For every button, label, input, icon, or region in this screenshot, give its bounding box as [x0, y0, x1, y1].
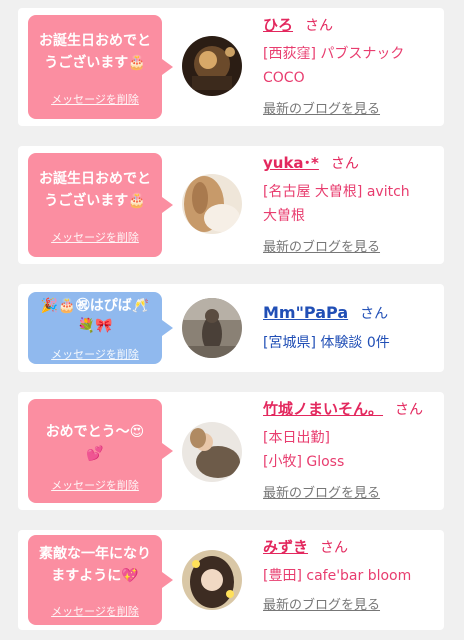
shop-line: [宮城県] 体験談 0件 [263, 335, 390, 351]
message-line: うございます🎂 [44, 193, 146, 209]
latest-blog-link[interactable]: 最新のブログを見る [263, 486, 380, 501]
user-name-link[interactable]: ひろ [263, 16, 293, 34]
latest-blog-link[interactable]: 最新のブログを見る [263, 598, 380, 613]
shop-line: COCO [263, 70, 305, 86]
message-bubble: お誕生日おめでと うございます🎂 メッセージを削除 [28, 15, 173, 119]
honorific: さん [305, 18, 334, 34]
message-line: 🎉🎂㊗はぴば🥂 [40, 298, 150, 314]
delete-message-link[interactable]: メッセージを削除 [28, 91, 162, 107]
avatar[interactable] [182, 36, 242, 96]
avatar-photo [182, 174, 242, 234]
user-name-row: 竹城ノまいそん。 さん [263, 398, 436, 421]
message-bubble: 🎉🎂㊗はぴば🥂 💐🎀 メッセージを削除 [28, 292, 173, 364]
message-line: 💕 [86, 446, 104, 462]
shop-info: [本日出勤] [小牧] Gloss [263, 426, 436, 474]
latest-blog-link[interactable]: 最新のブログを見る [263, 102, 380, 117]
shop-line: [豊田] cafe'bar bloom [263, 568, 412, 584]
message-bubble: お誕生日おめでと うございます🎂 メッセージを削除 [28, 153, 173, 257]
user-info: Mm"PaPa さん [宮城県] 体験談 0件 [263, 302, 436, 355]
avatar-photo [182, 36, 242, 96]
shop-line: [本日出勤] [263, 430, 330, 446]
user-name-row: ひろ さん [263, 14, 436, 37]
delete-message-link[interactable]: メッセージを削除 [28, 603, 162, 619]
message-text: お誕生日おめでと うございます🎂 [28, 168, 162, 212]
user-name-link[interactable]: 竹城ノまいそん。 [263, 400, 383, 418]
message-text: お誕生日おめでと うございます🎂 [28, 30, 162, 74]
delete-message-link[interactable]: メッセージを削除 [28, 477, 162, 493]
honorific: さん [360, 306, 389, 322]
message-line: ますように💖 [51, 568, 139, 584]
user-name-row: yuka･* さん [263, 152, 436, 175]
avatar-photo [182, 550, 242, 610]
shop-line: [西荻窪] パブスナック [263, 46, 405, 62]
message-line: 素敵な一年になり [39, 546, 151, 562]
avatar[interactable] [182, 422, 242, 482]
user-info: みずき さん [豊田] cafe'bar bloom 最新のブログを見る [263, 536, 436, 613]
message-card: お誕生日おめでと うございます🎂 メッセージを削除 yuka･* さん [名古屋 … [18, 146, 444, 264]
message-text: 素敵な一年になり ますように💖 [28, 543, 162, 587]
honorific: さん [330, 156, 359, 172]
avatar[interactable] [182, 550, 242, 610]
message-line: 💐🎀 [77, 318, 113, 334]
message-card: 🎉🎂㊗はぴば🥂 💐🎀 メッセージを削除 Mm"PaPa さん [宮城県] 体験談 … [18, 284, 444, 372]
message-line: お誕生日おめでと [39, 33, 151, 49]
avatar-photo [182, 422, 242, 482]
user-name-link[interactable]: yuka･* [263, 154, 319, 172]
honorific: さん [320, 540, 349, 556]
shop-info: [豊田] cafe'bar bloom [263, 564, 436, 588]
message-bubble: おめでとう〜😍 💕 メッセージを削除 [28, 399, 173, 503]
birthday-message-list: お誕生日おめでと うございます🎂 メッセージを削除 ひろ さん [西荻窪] パブス… [0, 0, 464, 640]
shop-line: [名古屋 大曽根] avitch [263, 184, 410, 200]
user-name-row: みずき さん [263, 536, 436, 559]
message-card: おめでとう〜😍 💕 メッセージを削除 竹城ノまいそん。 さん [本日出勤] [小牧… [18, 392, 444, 510]
delete-message-link[interactable]: メッセージを削除 [28, 346, 162, 362]
user-info: ひろ さん [西荻窪] パブスナック COCO 最新のブログを見る [263, 14, 436, 117]
shop-info: [宮城県] 体験談 0件 [263, 331, 436, 355]
delete-message-link[interactable]: メッセージを削除 [28, 229, 162, 245]
avatar[interactable] [182, 298, 242, 358]
message-line: おめでとう〜😍 [45, 424, 145, 440]
message-card: お誕生日おめでと うございます🎂 メッセージを削除 ひろ さん [西荻窪] パブス… [18, 8, 444, 126]
avatar-photo [182, 298, 242, 358]
message-card: 素敵な一年になり ますように💖 メッセージを削除 みずき さん [豊田] cafe… [18, 530, 444, 630]
message-text: おめでとう〜😍 💕 [28, 421, 162, 465]
message-text: 🎉🎂㊗はぴば🥂 💐🎀 [28, 296, 162, 336]
shop-info: [名古屋 大曽根] avitch 大曽根 [263, 180, 436, 228]
user-name-link[interactable]: Mm"PaPa [263, 303, 348, 322]
message-line: お誕生日おめでと [39, 171, 151, 187]
shop-info: [西荻窪] パブスナック COCO [263, 42, 436, 90]
shop-line: 大曽根 [263, 208, 305, 224]
message-line: うございます🎂 [44, 55, 146, 71]
shop-line: [小牧] Gloss [263, 454, 345, 470]
user-info: yuka･* さん [名古屋 大曽根] avitch 大曽根 最新のブログを見る [263, 152, 436, 255]
latest-blog-link[interactable]: 最新のブログを見る [263, 240, 380, 255]
user-name-link[interactable]: みずき [263, 538, 308, 556]
user-info: 竹城ノまいそん。 さん [本日出勤] [小牧] Gloss 最新のブログを見る [263, 398, 436, 501]
avatar[interactable] [182, 174, 242, 234]
honorific: さん [395, 402, 424, 418]
message-bubble: 素敵な一年になり ますように💖 メッセージを削除 [28, 535, 173, 625]
user-name-row: Mm"PaPa さん [263, 302, 436, 325]
